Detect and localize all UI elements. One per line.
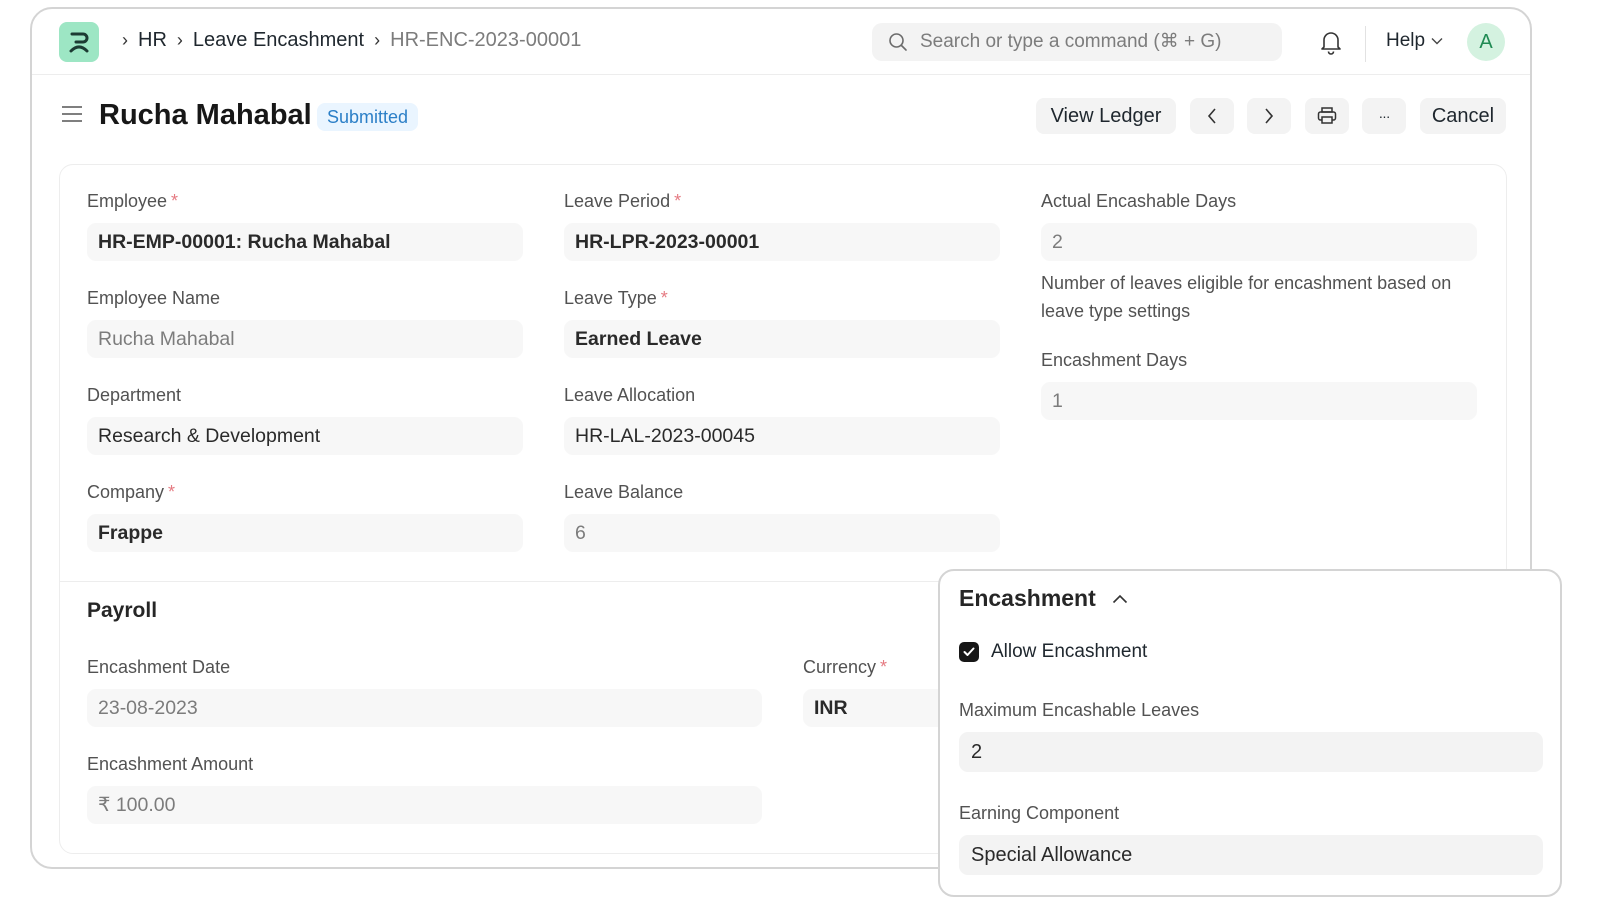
chevron-left-icon bbox=[1207, 108, 1216, 124]
required-marker: * bbox=[660, 288, 668, 308]
encashment-date-label: Encashment Date bbox=[87, 657, 231, 677]
actual-encashable-days-field: Actual Encashable Days 2 Number of leave… bbox=[1041, 189, 1477, 325]
checkmark-icon bbox=[963, 647, 975, 656]
search-bar[interactable] bbox=[872, 23, 1282, 61]
encashment-date-input[interactable]: 23-08-2023 bbox=[87, 689, 762, 727]
company-label: Company bbox=[87, 482, 165, 502]
chevron-right-icon: › bbox=[176, 30, 183, 50]
printer-icon bbox=[1317, 107, 1337, 124]
print-button[interactable] bbox=[1305, 98, 1349, 134]
chevron-down-icon bbox=[1431, 38, 1443, 45]
frappe-hr-logo-icon bbox=[69, 32, 89, 53]
breadcrumb-leave-encashment[interactable]: Leave Encashment bbox=[193, 29, 364, 52]
encashment-amount-label: Encashment Amount bbox=[87, 754, 254, 774]
company-input[interactable]: Frappe bbox=[87, 514, 523, 552]
employee-name-field: Employee Name Rucha Mahabal bbox=[87, 286, 523, 358]
allow-encashment-checkbox[interactable] bbox=[959, 642, 979, 662]
sidebar-toggle[interactable] bbox=[62, 105, 82, 128]
currency-label: Currency bbox=[803, 657, 877, 677]
help-label: Help bbox=[1386, 30, 1426, 51]
employee-label: Employee bbox=[87, 191, 168, 211]
view-ledger-button[interactable]: View Ledger bbox=[1036, 98, 1176, 134]
encashment-amount-input[interactable]: ₹ 100.00 bbox=[87, 786, 762, 824]
encashment-panel-header[interactable]: Encashment bbox=[959, 585, 1128, 612]
chevron-right-icon: › bbox=[122, 30, 128, 50]
encashment-date-field: Encashment Date 23-08-2023 bbox=[87, 655, 762, 727]
notifications-button[interactable] bbox=[1320, 29, 1342, 60]
app-logo[interactable] bbox=[59, 22, 99, 62]
leave-type-label: Leave Type bbox=[564, 288, 657, 308]
leave-balance-input[interactable]: 6 bbox=[564, 514, 1000, 552]
search-input[interactable] bbox=[920, 31, 1260, 53]
leave-balance-field: Leave Balance 6 bbox=[564, 480, 1000, 552]
allow-encashment-label: Allow Encashment bbox=[991, 641, 1148, 662]
leave-allocation-label: Leave Allocation bbox=[564, 385, 696, 405]
actual-encashable-days-description: Number of leaves eligible for encashment… bbox=[1041, 273, 1452, 321]
actual-encashable-days-input[interactable]: 2 bbox=[1041, 223, 1477, 261]
encashment-amount-field: Encashment Amount ₹ 100.00 bbox=[87, 752, 762, 824]
required-marker: * bbox=[171, 191, 179, 211]
max-encashable-leaves-field: Maximum Encashable Leaves 2 bbox=[959, 698, 1543, 772]
encashment-days-field: Encashment Days 1 bbox=[1041, 348, 1477, 420]
chevron-up-icon[interactable] bbox=[1112, 594, 1128, 604]
earning-component-label: Earning Component bbox=[959, 803, 1120, 823]
required-marker: * bbox=[674, 191, 682, 211]
department-input[interactable]: Research & Development bbox=[87, 417, 523, 455]
next-doc-button[interactable] bbox=[1247, 98, 1291, 134]
breadcrumb-hr[interactable]: HR bbox=[138, 29, 167, 52]
earning-component-input[interactable]: Special Allowance bbox=[959, 835, 1543, 875]
chevron-right-icon: › bbox=[374, 30, 381, 50]
leave-type-field: Leave Type * Earned Leave bbox=[564, 286, 1000, 358]
more-icon: ··· bbox=[1378, 108, 1391, 124]
actual-encashable-days-label: Actual Encashable Days bbox=[1041, 191, 1237, 211]
navbar-divider bbox=[1365, 26, 1366, 62]
leave-type-input[interactable]: Earned Leave bbox=[564, 320, 1000, 358]
department-label: Department bbox=[87, 385, 182, 405]
employee-name-input[interactable]: Rucha Mahabal bbox=[87, 320, 523, 358]
bell-icon bbox=[1321, 32, 1341, 55]
page-title: Rucha Mahabal bbox=[99, 99, 312, 131]
max-encashable-leaves-input[interactable]: 2 bbox=[959, 732, 1543, 772]
leave-period-input[interactable]: HR-LPR-2023-00001 bbox=[564, 223, 1000, 261]
company-field: Company * Frappe bbox=[87, 480, 523, 552]
payroll-section-title: Payroll bbox=[87, 599, 158, 622]
max-encashable-leaves-label: Maximum Encashable Leaves bbox=[959, 700, 1200, 720]
breadcrumb: › HR › Leave Encashment › HR-ENC-2023-00… bbox=[112, 29, 581, 52]
leave-allocation-input[interactable]: HR-LAL-2023-00045 bbox=[564, 417, 1000, 455]
encashment-settings-panel: Encashment Allow Encashment Maximum Enca… bbox=[938, 569, 1562, 897]
leave-balance-label: Leave Balance bbox=[564, 482, 684, 502]
chevron-right-icon bbox=[1265, 108, 1274, 124]
status-badge: Submitted bbox=[317, 103, 419, 131]
earning-component-field: Earning Component Special Allowance bbox=[959, 801, 1543, 875]
cancel-button[interactable]: Cancel bbox=[1420, 98, 1506, 134]
department-field: Department Research & Development bbox=[87, 383, 523, 455]
search-icon bbox=[889, 33, 907, 51]
leave-period-label: Leave Period bbox=[564, 191, 671, 211]
avatar[interactable]: A bbox=[1467, 23, 1505, 61]
navbar: › HR › Leave Encashment › HR-ENC-2023-00… bbox=[32, 9, 1530, 75]
employee-field: Employee * HR-EMP-00001: Rucha Mahabal bbox=[87, 189, 523, 261]
more-actions-button[interactable]: ··· bbox=[1362, 98, 1406, 134]
employee-input[interactable]: HR-EMP-00001: Rucha Mahabal bbox=[87, 223, 523, 261]
help-dropdown[interactable]: Help bbox=[1386, 30, 1443, 52]
required-marker: * bbox=[168, 482, 176, 502]
encashment-days-input[interactable]: 1 bbox=[1041, 382, 1477, 420]
encashment-panel-title: Encashment bbox=[959, 585, 1096, 611]
encashment-days-label: Encashment Days bbox=[1041, 350, 1188, 370]
breadcrumb-current[interactable]: HR-ENC-2023-00001 bbox=[390, 29, 581, 52]
previous-doc-button[interactable] bbox=[1190, 98, 1234, 134]
leave-allocation-field: Leave Allocation HR-LAL-2023-00045 bbox=[564, 383, 1000, 455]
leave-period-field: Leave Period * HR-LPR-2023-00001 bbox=[564, 189, 1000, 261]
required-marker: * bbox=[880, 657, 888, 677]
employee-name-label: Employee Name bbox=[87, 288, 221, 308]
menu-icon bbox=[62, 106, 82, 122]
allow-encashment-row[interactable]: Allow Encashment bbox=[959, 641, 1147, 663]
